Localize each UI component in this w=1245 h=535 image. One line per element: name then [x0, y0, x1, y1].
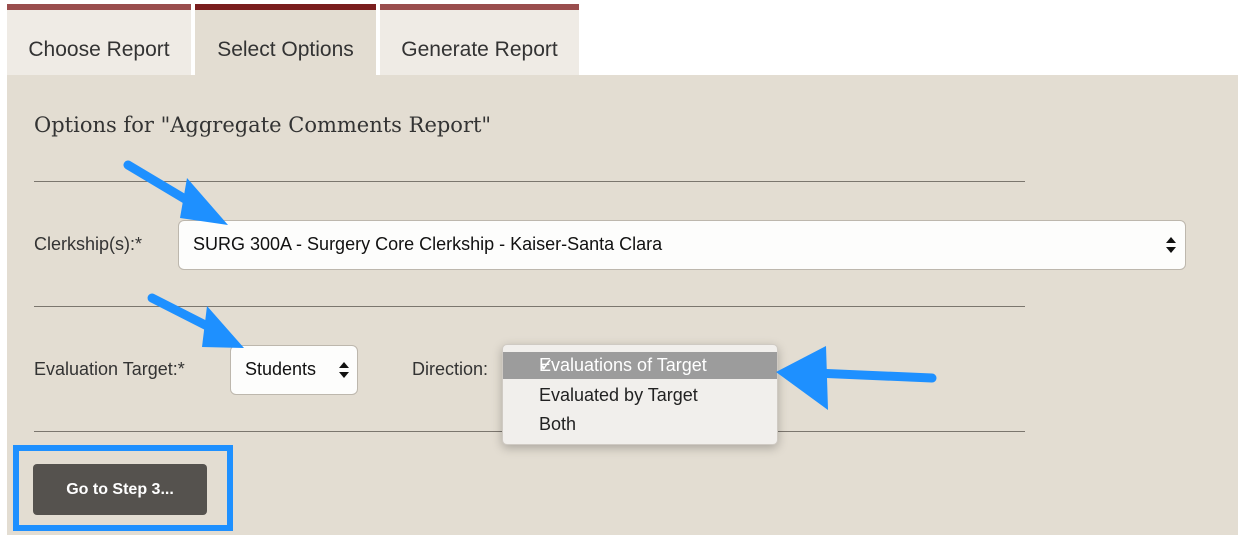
- arrow-to-clerkship-head-icon: [180, 178, 228, 225]
- arrow-to-direction-icon: [810, 368, 937, 383]
- arrow-to-direction-head-icon: [776, 346, 828, 410]
- arrow-to-target-head-icon: [202, 306, 244, 348]
- annotation-arrows: [123, 160, 937, 410]
